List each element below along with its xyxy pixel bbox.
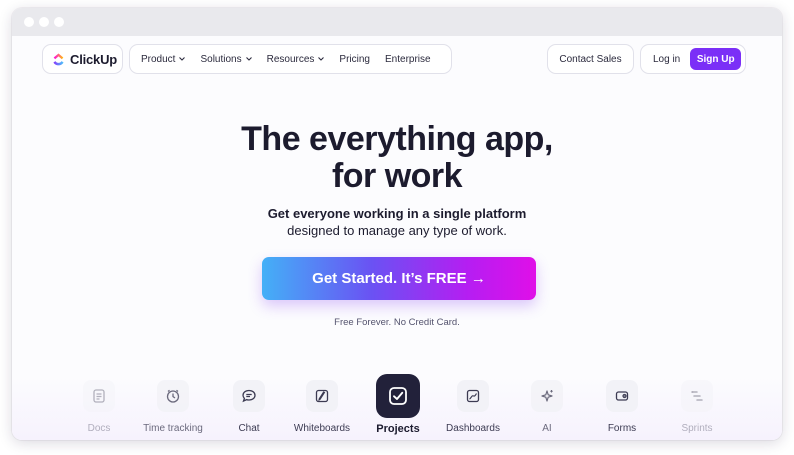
feature-tab-chat[interactable]: Chat — [209, 380, 289, 434]
nav-resources[interactable]: Resources — [267, 54, 325, 65]
hero-subheading-line1: Get everyone working in a single platfor… — [267, 206, 527, 221]
clock-icon — [157, 380, 189, 412]
sprint-icon — [681, 380, 713, 412]
nav-resources-label: Resources — [266, 53, 315, 65]
cta-note: Free Forever. No Credit Card. — [334, 317, 460, 328]
brand-name: ClickUp — [70, 51, 118, 67]
nav-pricing[interactable]: Pricing — [339, 54, 370, 65]
chat-icon — [233, 380, 265, 412]
contact-sales-button[interactable]: Contact Sales — [547, 44, 634, 74]
feature-tab-projects[interactable]: Projects — [358, 374, 438, 435]
nav-solutions-label: Solutions — [200, 53, 242, 65]
chevron-down-icon — [318, 57, 325, 61]
signup-button[interactable]: Sign Up — [690, 48, 742, 70]
get-started-button[interactable]: Get Started. It’s FREE → — [262, 257, 536, 300]
nav-solutions[interactable]: Solutions — [200, 53, 252, 65]
feature-tab-time-tracking[interactable]: Time tracking — [133, 380, 213, 434]
hero-headline-line1: The everything app, — [241, 120, 553, 158]
feature-label: Forms — [607, 423, 637, 434]
feature-label: Chat — [238, 423, 260, 434]
nav-enterprise[interactable]: Enterprise — [385, 54, 431, 65]
window-maximize-dot[interactable] — [54, 17, 64, 27]
nav-product-label: Product — [141, 53, 176, 65]
doc-icon — [83, 380, 115, 412]
feature-label: Projects — [376, 423, 420, 435]
chart-icon — [457, 380, 489, 412]
feature-tab-ai[interactable]: AI — [507, 380, 587, 434]
login-link[interactable]: Log in — [653, 54, 680, 65]
chevron-down-icon — [245, 57, 252, 61]
feature-label: AI — [542, 423, 552, 434]
hero-subheading-line2: designed to manage any type of work. — [287, 223, 507, 238]
feature-label: Docs — [87, 423, 111, 434]
feature-tab-whiteboards[interactable]: Whiteboards — [282, 380, 362, 434]
auth-group: Log in Sign Up — [640, 44, 746, 74]
feature-label: Whiteboards — [293, 423, 351, 434]
feature-tab-docs[interactable]: Docs — [59, 380, 139, 434]
feature-tab-forms[interactable]: Forms — [582, 380, 662, 434]
main-nav: Product Solutions Resources Pricing Ente… — [129, 44, 452, 74]
feature-tab-sprints[interactable]: Sprints — [657, 380, 737, 434]
browser-window: ClickUp Product Solutions Resources Pric… — [12, 8, 782, 440]
window-close-dot[interactable] — [24, 17, 34, 27]
feature-tabs: Docs Time tracking Chat Whiteboards Proj… — [12, 374, 782, 440]
whiteboard-icon — [306, 380, 338, 412]
nav-pricing-label: Pricing — [339, 53, 370, 65]
window-minimize-dot[interactable] — [39, 17, 49, 27]
nav-enterprise-label: Enterprise — [385, 53, 431, 65]
chevron-down-icon — [179, 57, 186, 61]
feature-label: Sprints — [681, 423, 713, 434]
nav-product[interactable]: Product — [141, 53, 186, 65]
feature-label: Dashboards — [446, 423, 500, 434]
browser-title-bar — [12, 8, 782, 36]
page-content: ClickUp Product Solutions Resources Pric… — [12, 36, 782, 440]
feature-label: Time tracking — [143, 423, 203, 434]
hero-headline-line2: for work — [331, 157, 463, 195]
form-icon — [606, 380, 638, 412]
feature-tab-dashboards[interactable]: Dashboards — [433, 380, 513, 434]
checkbox-icon — [376, 374, 420, 418]
sparkle-icon — [531, 380, 563, 412]
logo-link[interactable]: ClickUp — [42, 44, 123, 74]
clickup-logo-icon — [53, 52, 64, 65]
